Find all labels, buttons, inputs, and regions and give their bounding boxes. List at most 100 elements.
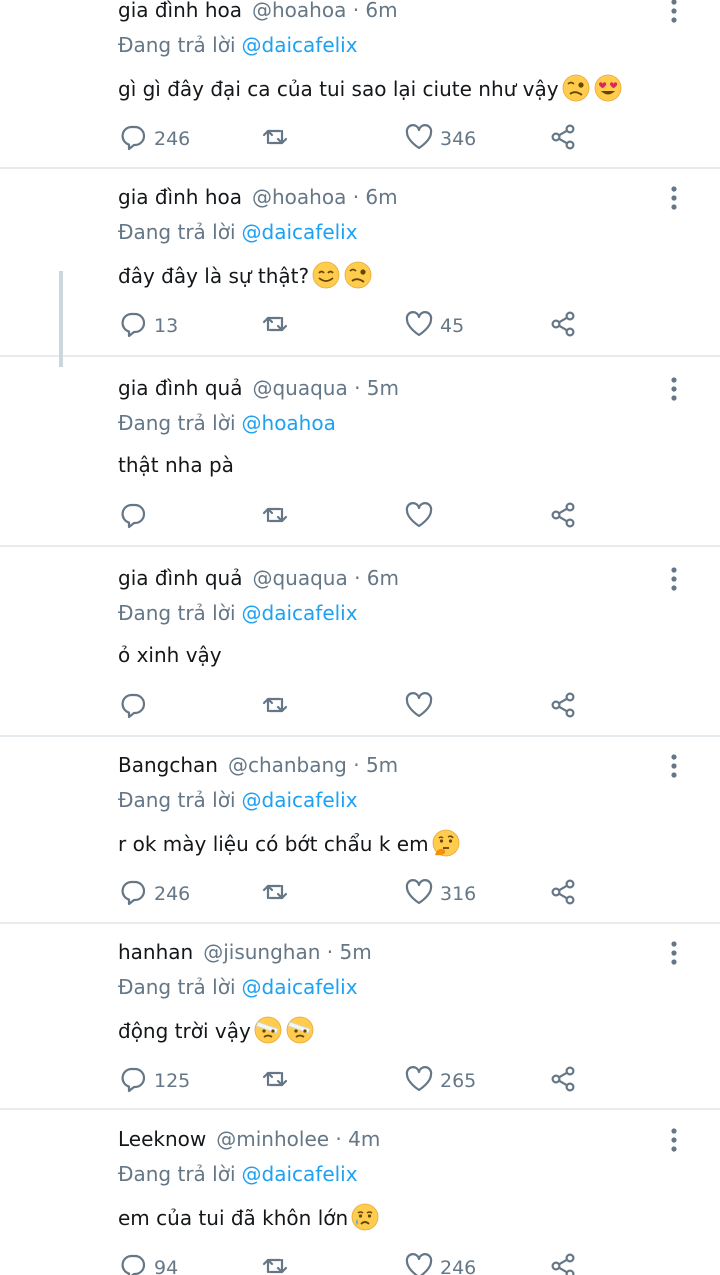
tweet[interactable]: gia đình quả @quaqua · 6m Đang trả lời @da… xyxy=(0,559,720,749)
replying-to-user-link[interactable]: @daicafelix xyxy=(242,788,358,812)
user-name[interactable]: Leeknow xyxy=(118,1127,206,1151)
avatar[interactable] xyxy=(17,938,105,1026)
heart-icon xyxy=(404,690,434,724)
retweet-button[interactable] xyxy=(260,691,290,723)
share-button[interactable] xyxy=(548,501,578,533)
tweet-text: em của tui đã khôn lớn xyxy=(118,1202,380,1232)
share-button[interactable] xyxy=(548,310,578,342)
replying-to-user-link[interactable]: @daicafelix xyxy=(242,1162,358,1186)
tweet-header: Leeknow @minholee · 4m xyxy=(118,1127,380,1151)
like-button[interactable]: 45 xyxy=(404,310,464,342)
user-handle: @jisunghan · 5m xyxy=(203,940,372,964)
reply-button[interactable] xyxy=(118,691,148,723)
retweet-button[interactable] xyxy=(260,123,290,155)
more-options-icon[interactable] xyxy=(663,184,685,212)
avatar[interactable] xyxy=(17,1125,105,1213)
reply-icon xyxy=(118,1251,148,1275)
retweet-icon xyxy=(260,122,290,156)
share-button[interactable] xyxy=(548,123,578,155)
user-handle: @hoahoa · 6m xyxy=(252,185,398,209)
avatar[interactable] xyxy=(17,374,105,462)
share-button[interactable] xyxy=(548,691,578,723)
replying-to-user-link[interactable]: @daicafelix xyxy=(242,975,358,999)
avatar[interactable] xyxy=(17,751,105,839)
reply-button[interactable]: 246 xyxy=(118,878,190,910)
bandage-face-emoji xyxy=(253,1015,283,1045)
retweet-button[interactable] xyxy=(260,1065,290,1097)
replying-to-user-link[interactable]: @hoahoa xyxy=(242,411,336,435)
user-name[interactable]: Bangchan xyxy=(118,753,218,777)
reply-button[interactable] xyxy=(118,501,148,533)
tweet[interactable]: hanhan @jisunghan · 5m Đang trả lời @daica… xyxy=(0,933,720,1123)
user-name[interactable]: gia đình hoa xyxy=(118,0,242,22)
reply-button[interactable]: 94 xyxy=(118,1252,178,1275)
share-button[interactable] xyxy=(548,1065,578,1097)
avatar[interactable] xyxy=(17,564,105,652)
like-button[interactable]: 346 xyxy=(404,123,476,155)
like-button[interactable]: 265 xyxy=(404,1065,476,1097)
reply-feed: gia đình hoa @hoahoa · 6m Đang trả lời @da… xyxy=(0,0,720,1275)
tweet[interactable]: Leeknow @minholee · 4m Đang trả lời @daica… xyxy=(0,1120,720,1275)
retweet-button[interactable] xyxy=(260,310,290,342)
retweet-icon xyxy=(260,877,290,911)
replying-to-user-link[interactable]: @daicafelix xyxy=(242,220,358,244)
retweet-button[interactable] xyxy=(260,501,290,533)
user-handle: @quaqua · 6m xyxy=(252,566,399,590)
tweet-text: gì gì đây đại ca của tui sao lại ciute n… xyxy=(118,73,623,103)
replying-to-user-link[interactable]: @daicafelix xyxy=(242,601,358,625)
share-button[interactable] xyxy=(548,878,578,910)
tweet[interactable]: Bangchan @chanbang · 5m Đang trả lời @daic… xyxy=(0,746,720,936)
tweet[interactable]: gia đình hoa @hoahoa · 6m Đang trả lời @da… xyxy=(0,0,720,181)
tweet-text: đây đây là sự thật? xyxy=(118,260,373,290)
share-icon xyxy=(548,309,578,343)
retweet-icon xyxy=(260,690,290,724)
user-handle: @hoahoa · 6m xyxy=(252,0,398,22)
retweet-button[interactable] xyxy=(260,878,290,910)
more-options-icon[interactable] xyxy=(663,565,685,593)
more-options-icon[interactable] xyxy=(663,939,685,967)
reply-button[interactable]: 246 xyxy=(118,123,190,155)
replying-to: Đang trả lời @daicafelix xyxy=(118,33,358,57)
user-name[interactable]: gia đình hoa xyxy=(118,185,242,209)
replies-count: 125 xyxy=(154,1070,191,1092)
more-options-icon[interactable] xyxy=(663,752,685,780)
woozy-face-emoji xyxy=(343,260,373,290)
share-icon xyxy=(548,500,578,534)
user-name[interactable]: gia đình quả xyxy=(118,566,242,590)
tweet-header: hanhan @jisunghan · 5m xyxy=(118,940,372,964)
replies-count: 94 xyxy=(154,1257,179,1275)
more-options-icon[interactable] xyxy=(663,0,685,25)
likes-count: 346 xyxy=(440,128,477,150)
like-button[interactable]: 246 xyxy=(404,1252,476,1275)
crying-face-emoji xyxy=(350,1202,380,1232)
replying-to-user-link[interactable]: @daicafelix xyxy=(242,33,358,57)
more-options-icon[interactable] xyxy=(663,375,685,403)
tweet-actions: 13 45 xyxy=(118,310,598,342)
thinking-face-emoji xyxy=(431,828,461,858)
share-button[interactable] xyxy=(548,1252,578,1275)
tweet-actions: 246 316 xyxy=(118,878,598,910)
tweet-text-content: đây đây là sự thật? xyxy=(118,264,310,288)
more-options-icon[interactable] xyxy=(663,1126,685,1154)
reply-icon xyxy=(118,690,148,724)
tweet[interactable]: gia đình quả @quaqua · 5m Đang trả lời @ho… xyxy=(0,369,720,559)
tweet-text: động trời vậy xyxy=(118,1015,315,1045)
user-name[interactable]: gia đình quả xyxy=(118,376,242,400)
tweet[interactable]: gia đình hoa @hoahoa · 6m Đang trả lời @da… xyxy=(0,178,720,368)
user-name[interactable]: hanhan xyxy=(118,940,193,964)
reply-button[interactable]: 13 xyxy=(118,310,178,342)
retweet-button[interactable] xyxy=(260,1252,290,1275)
like-button[interactable]: 316 xyxy=(404,878,476,910)
likes-count: 316 xyxy=(440,883,477,905)
reply-icon xyxy=(118,1064,148,1098)
avatar[interactable] xyxy=(17,183,105,271)
share-icon xyxy=(548,122,578,156)
avatar[interactable] xyxy=(17,0,105,84)
likes-count: 265 xyxy=(440,1070,477,1092)
like-button[interactable] xyxy=(404,691,434,723)
like-button[interactable] xyxy=(404,501,434,533)
reply-button[interactable]: 125 xyxy=(118,1065,190,1097)
tweet-text-content: em của tui đã khôn lớn xyxy=(118,1206,349,1230)
tweet-text-content: ỏ xinh vậy xyxy=(118,643,222,667)
retweet-icon xyxy=(260,309,290,343)
